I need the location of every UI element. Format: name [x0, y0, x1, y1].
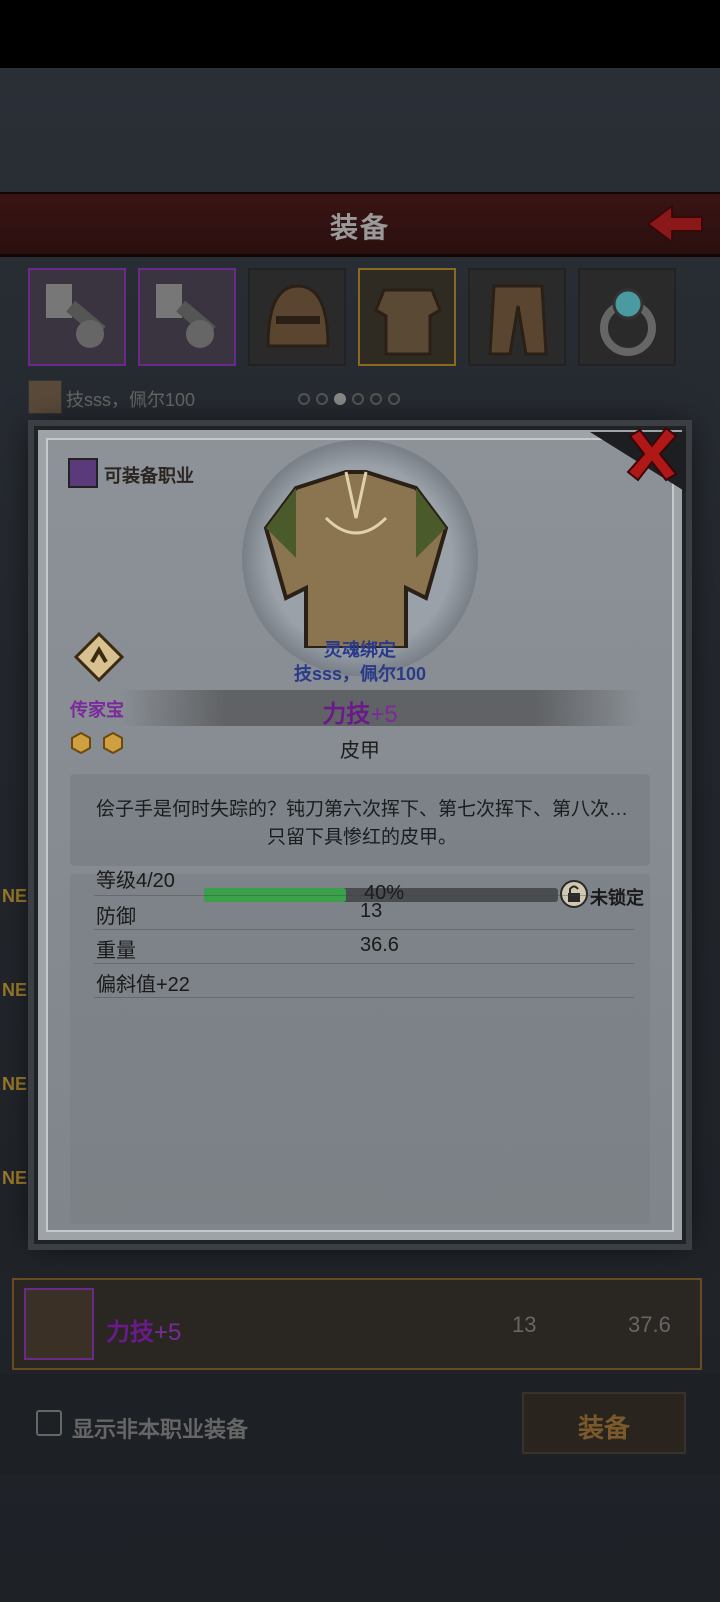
- heirloom-icon: [74, 632, 124, 682]
- close-icon[interactable]: [620, 422, 684, 486]
- page-dot-active: [334, 393, 346, 405]
- selected-stat-value: +5: [154, 1319, 182, 1346]
- divider: [94, 997, 634, 998]
- slot-helmet[interactable]: [248, 268, 346, 366]
- stat-name: 偏斜值+22: [96, 974, 190, 996]
- slot-weapon-2[interactable]: [138, 268, 236, 366]
- new-tag: NE: [2, 1074, 28, 1094]
- equip-button-label: 装备: [577, 1413, 630, 1443]
- item-description: 侩子手是何时失踪的？钝刀第六次挥下、第七次挥下、第八次…只留下具惨红的皮甲。: [95, 799, 628, 848]
- item-type: 皮甲: [340, 740, 380, 762]
- owner-text: 技sss，佩尔100: [66, 390, 196, 410]
- stat-name: 重量: [96, 940, 136, 962]
- stat-value: 13: [360, 900, 383, 922]
- class-label-text: 可装备职业: [104, 466, 194, 486]
- slot-armor[interactable]: [358, 268, 456, 366]
- divider: [94, 929, 634, 930]
- slot-legs[interactable]: [468, 268, 566, 366]
- stats-box: [70, 874, 650, 1224]
- stat-value: 36.6: [360, 934, 399, 956]
- page-dot: [352, 393, 364, 405]
- lock-icon[interactable]: [560, 880, 588, 908]
- level-label: 等级4/20: [96, 870, 175, 892]
- page-indicator: [298, 392, 406, 408]
- leather-armor-icon: [263, 470, 449, 648]
- main-stat: 力技+5: [0, 694, 720, 729]
- page-dot: [370, 393, 382, 405]
- equip-button[interactable]: 装备: [522, 1392, 686, 1454]
- show-other-class-checkbox[interactable]: [36, 1410, 62, 1436]
- class-icon: [68, 458, 98, 488]
- checkbox-label[interactable]: 显示非本职业装备: [72, 1412, 248, 1444]
- selected-item-stat: 力技+5: [106, 1312, 181, 1347]
- page-dot: [316, 393, 328, 405]
- divider: [94, 895, 634, 896]
- back-arrow-icon[interactable]: [644, 202, 706, 246]
- stat-name: 防御: [96, 906, 136, 928]
- selected-item-thumbnail: [24, 1288, 94, 1360]
- page-title: 装备: [329, 212, 390, 243]
- main-stat-value: +5: [370, 701, 398, 728]
- new-tag: NE: [2, 1168, 28, 1188]
- selected-stat-name: 力技: [106, 1319, 154, 1346]
- selected-item-defense: 13: [512, 1312, 537, 1337]
- selected-item-weight: 37.6: [628, 1312, 671, 1337]
- equipment-slots: [28, 268, 694, 368]
- new-tag: NE: [2, 980, 28, 1000]
- page-dot: [388, 393, 400, 405]
- main-stat-name: 力技: [322, 701, 371, 728]
- new-tag: NE: [2, 886, 28, 906]
- divider: [94, 963, 634, 964]
- title-bar: 装备: [0, 192, 720, 257]
- lock-label[interactable]: 未锁定: [590, 884, 644, 910]
- slot-ring[interactable]: [578, 268, 676, 366]
- status-bar: [0, 0, 720, 68]
- slot-weapon-1[interactable]: [28, 268, 126, 366]
- avatar: [28, 380, 62, 414]
- page-dot: [298, 393, 310, 405]
